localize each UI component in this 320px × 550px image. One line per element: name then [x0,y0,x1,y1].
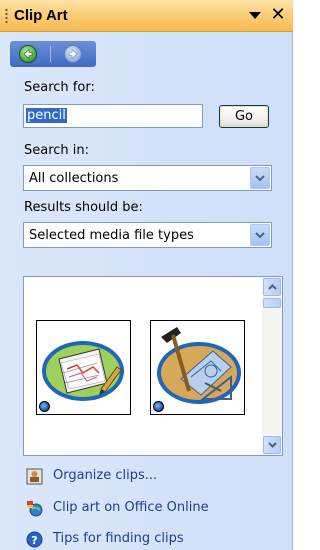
search-in-label: Search in: [24,143,90,158]
search-for-label: Search for: [24,80,95,95]
drafting-tools-clip-image [157,327,241,404]
clip-art-task-pane: Clip Art ✕ Search for: pencil Go Search … [0,0,293,550]
scroll-down-button[interactable] [263,436,281,454]
media-type-dropdown[interactable]: Selected media file types [23,222,272,248]
chevron-down-icon [255,174,265,181]
results-scrollbar[interactable] [262,277,282,455]
forward-arrow-icon [68,48,78,60]
organizer-icon [26,468,43,485]
search-in-dropdown[interactable]: All collections [23,165,272,191]
chevron-down-icon [255,231,265,238]
pane-menu-dropdown[interactable] [247,8,263,24]
search-in-dropdown-button[interactable] [250,167,270,189]
pane-title: Clip Art [14,7,68,24]
grip-handle[interactable] [5,8,8,24]
triangle-down-icon [249,12,261,19]
svg-text:?: ? [31,534,37,547]
help-icon: ? [26,531,43,548]
scroll-up-button[interactable] [263,278,281,296]
office-online-icon [27,501,43,517]
chevron-down-icon [267,442,277,448]
clip-art-online-label: Clip art on Office Online [53,500,209,515]
clip-result-drafting-tools[interactable] [150,320,245,415]
media-type-dropdown-button[interactable] [250,224,270,246]
globe-icon [153,401,164,412]
search-in-value: All collections [29,171,119,186]
navigation-bar [10,41,96,67]
globe-icon [39,401,50,412]
chevron-up-icon [267,284,277,290]
tips-label: Tips for finding clips [53,531,184,546]
results-should-be-label: Results should be: [24,200,143,215]
scroll-thumb[interactable] [263,298,281,308]
forward-button[interactable] [64,45,82,63]
pencil-drawing-clip-image [42,341,124,401]
results-list [23,276,283,456]
back-button[interactable] [19,45,37,63]
title-bar: Clip Art ✕ [0,0,293,32]
clip-result-pencil-drawing[interactable] [36,320,131,415]
search-input-value: pencil [26,108,67,123]
nav-divider [50,46,51,62]
organize-clips-label: Organize clips... [53,468,158,483]
search-input[interactable]: pencil [23,104,203,128]
close-button[interactable]: ✕ [268,5,288,25]
back-arrow-icon [23,48,33,60]
media-type-value: Selected media file types [29,228,194,243]
go-button[interactable]: Go [219,105,269,128]
